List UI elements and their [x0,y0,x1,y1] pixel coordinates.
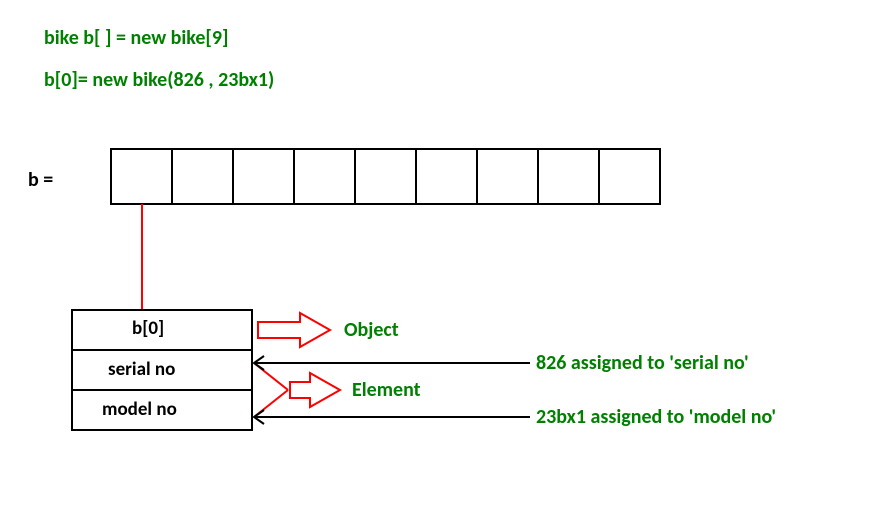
diagram-svg [0,0,871,518]
object-field-model: model no [102,398,177,421]
fork-and-arrow-element [254,363,340,417]
label-assign-model: 23bx1 assigned to 'model no' [536,405,776,429]
line-assign-model [254,410,530,424]
array-cells [111,149,660,204]
label-object: Object [344,318,399,342]
label-assign-serial: 826 assigned to 'serial no' [536,351,749,375]
object-header: b[0] [132,317,164,340]
object-field-serial: serial no [108,358,175,381]
label-element: Element [352,378,421,402]
line-assign-serial [254,356,530,370]
arrow-object [258,313,330,347]
